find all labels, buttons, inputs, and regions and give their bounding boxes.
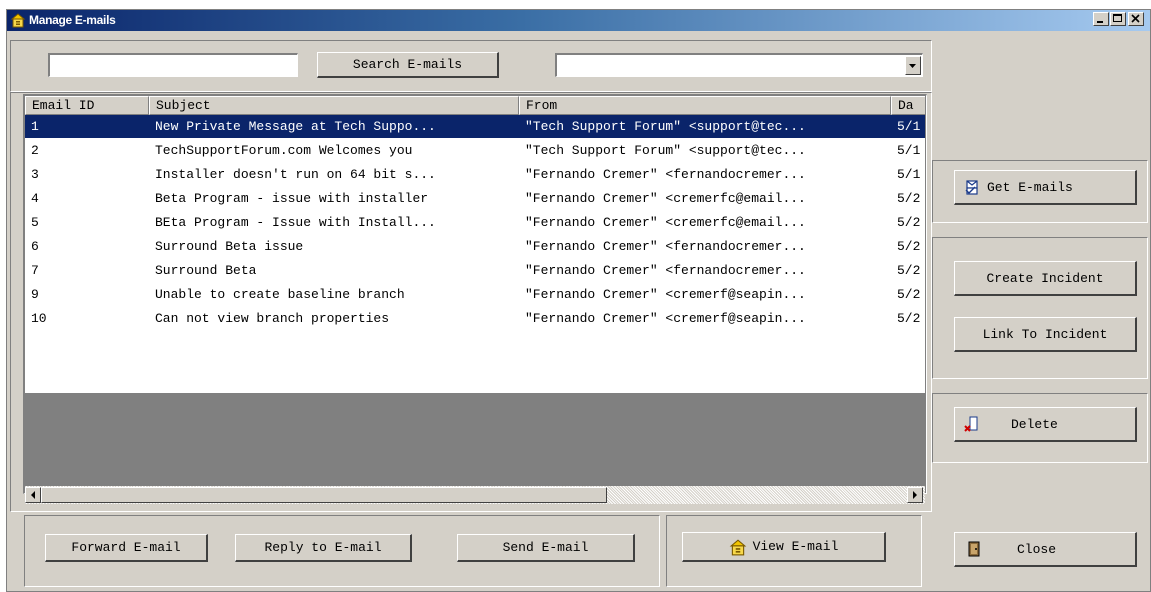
table-row[interactable]: 10 Can not view branch properties "Fernand… <box>25 307 925 330</box>
table-row[interactable]: 3 Installer doesn't run on 64 bit s... "Fe… <box>25 163 925 186</box>
close-window-button[interactable] <box>1128 12 1144 26</box>
cell-date: 5/2 <box>897 311 921 326</box>
cell-from: "Fernando Cremer" <fernandocremer... <box>525 167 806 182</box>
search-emails-button[interactable]: Search E-mails <box>317 52 499 78</box>
reply-email-button[interactable]: Reply to E-mail <box>235 534 412 562</box>
cell-from: "Fernando Cremer" <cremerf@seapin... <box>525 287 806 302</box>
table-row[interactable]: 1 New Private Message at Tech Suppo... "Te… <box>25 115 925 138</box>
column-header-subject[interactable]: Subject <box>149 96 519 115</box>
reply-email-label: Reply to E-mail <box>264 540 382 555</box>
cell-subject: Installer doesn't run on 64 bit s... <box>155 167 436 182</box>
cell-from: "Tech Support Forum" <support@tec... <box>525 143 806 158</box>
link-to-incident-label: Link To Incident <box>982 326 1108 342</box>
table-row[interactable]: 2 TechSupportForum.com Welcomes you "Tech … <box>25 139 925 162</box>
scroll-left-button[interactable] <box>25 487 41 503</box>
cell-subject: Beta Program - issue with installer <box>155 191 429 206</box>
cell-from: "Fernando Cremer" <fernandocremer... <box>525 263 806 278</box>
search-emails-label: Search E-mails <box>352 57 463 72</box>
horizontal-scrollbar[interactable] <box>25 486 925 504</box>
send-email-button[interactable]: Send E-mail <box>457 534 635 562</box>
cell-email-id: 5 <box>31 215 39 230</box>
minimize-icon <box>1097 21 1103 23</box>
minimize-button[interactable] <box>1093 12 1109 26</box>
table-row[interactable]: 5 BEta Program - Issue with Install... "Fe… <box>25 211 925 234</box>
title-bar[interactable]: Manage E-mails <box>7 10 1150 31</box>
cell-date: 5/1 <box>897 143 921 158</box>
table-row[interactable]: 9 Unable to create baseline branch "Fernan… <box>25 283 925 306</box>
window-title: Manage E-mails <box>29 13 116 27</box>
link-to-incident-button[interactable]: Link To Incident <box>954 317 1137 352</box>
column-header-from[interactable]: From <box>519 96 891 115</box>
create-incident-button[interactable]: Create Incident <box>954 261 1137 296</box>
delete-label: Delete <box>1011 416 1058 432</box>
delete-button[interactable]: Delete <box>954 407 1137 442</box>
cell-from: "Fernando Cremer" <cremerfc@email... <box>525 215 806 230</box>
column-header-date[interactable]: Da <box>891 96 925 115</box>
cell-date: 5/2 <box>897 239 921 254</box>
scroll-right-button[interactable] <box>907 487 923 503</box>
cell-from: "Tech Support Forum" <support@tec... <box>525 119 806 134</box>
get-emails-button[interactable]: Get E-mails <box>954 170 1137 205</box>
get-emails-label: Get E-mails <box>987 179 1073 195</box>
cell-email-id: 6 <box>31 239 39 254</box>
manage-emails-window: Manage E-mails Search E-mails Email ID S… <box>6 9 1151 592</box>
cell-date: 5/1 <box>897 167 921 182</box>
cell-subject: New Private Message at Tech Suppo... <box>155 119 436 134</box>
cell-email-id: 3 <box>31 167 39 182</box>
cell-date: 5/2 <box>897 263 921 278</box>
cell-date: 5/2 <box>897 287 921 302</box>
door-icon <box>968 541 980 557</box>
view-email-label: View E-mail <box>752 539 839 554</box>
cell-email-id: 10 <box>31 311 47 326</box>
arrow-left-icon <box>31 491 35 499</box>
create-incident-label: Create Incident <box>986 270 1104 286</box>
maximize-button[interactable] <box>1110 12 1126 26</box>
cell-email-id: 1 <box>31 119 39 134</box>
cell-date: 5/2 <box>897 191 921 206</box>
maximize-icon <box>1113 14 1122 22</box>
table-row[interactable]: 4 Beta Program - issue with installer "Fer… <box>25 187 925 210</box>
cell-subject: Unable to create baseline branch <box>155 287 405 302</box>
close-label: Close <box>1017 541 1057 557</box>
send-email-label: Send E-mail <box>502 540 589 555</box>
delete-icon <box>964 416 978 432</box>
cell-email-id: 4 <box>31 191 39 206</box>
scrollbar-thumb[interactable] <box>41 487 607 503</box>
cell-subject: Surround Beta issue <box>155 239 304 254</box>
forward-email-label: Forward E-mail <box>71 540 181 555</box>
cell-email-id: 9 <box>31 287 39 302</box>
column-header-email-id[interactable]: Email ID <box>25 96 149 115</box>
cell-subject: TechSupportForum.com Welcomes you <box>155 143 413 158</box>
cell-from: "Fernando Cremer" <cremerfc@email... <box>525 191 806 206</box>
filter-combobox[interactable] <box>555 53 923 77</box>
cell-email-id: 2 <box>31 143 39 158</box>
table-row[interactable]: 7 Surround Beta "Fernando Cremer" <fernand… <box>25 259 925 282</box>
cell-date: 5/2 <box>897 215 921 230</box>
view-email-button[interactable]: View E-mail <box>682 532 886 562</box>
chevron-down-icon <box>909 64 916 68</box>
incident-group <box>932 237 1148 379</box>
cell-from: "Fernando Cremer" <cremerf@seapin... <box>525 311 806 326</box>
cell-date: 5/1 <box>897 119 921 134</box>
close-button[interactable]: Close <box>954 532 1137 567</box>
cell-subject: Can not view branch properties <box>155 311 390 326</box>
forward-email-button[interactable]: Forward E-mail <box>45 534 208 562</box>
cell-from: "Fernando Cremer" <fernandocremer... <box>525 239 806 254</box>
cell-subject: Surround Beta <box>155 263 257 278</box>
search-input[interactable] <box>48 53 298 77</box>
email-grid[interactable]: Email ID Subject From Da 1 New Private Me… <box>23 94 927 494</box>
arrow-right-icon <box>913 491 917 499</box>
cell-subject: BEta Program - Issue with Install... <box>155 215 436 230</box>
close-icon <box>1131 14 1140 23</box>
mailbox-icon <box>10 13 26 28</box>
mail-fetch-icon <box>965 180 978 195</box>
mailbox-icon <box>729 539 746 555</box>
combo-dropdown-button[interactable] <box>905 56 921 75</box>
cell-email-id: 7 <box>31 263 39 278</box>
table-row[interactable]: 6 Surround Beta issue "Fernando Cremer" <f… <box>25 235 925 258</box>
